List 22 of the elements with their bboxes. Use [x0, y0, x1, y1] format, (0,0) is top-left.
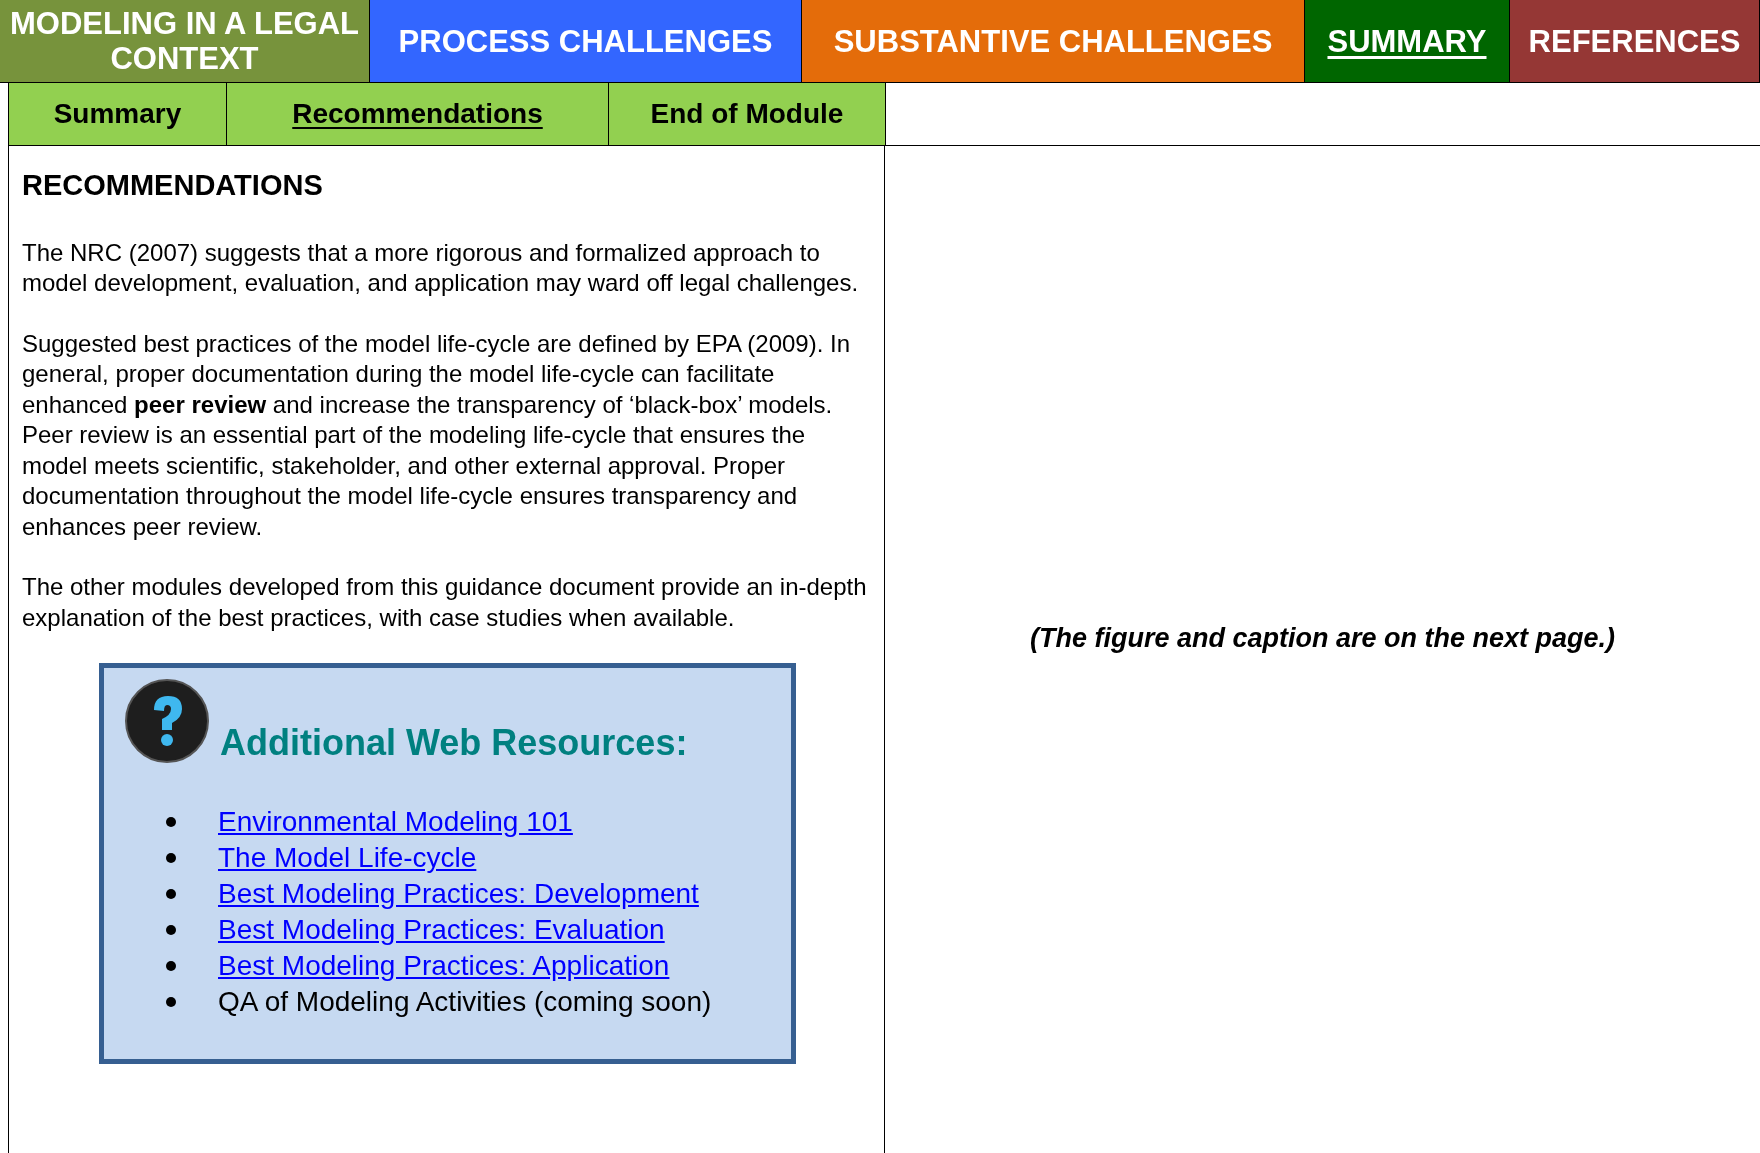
section-tab[interactable]: Summary	[8, 83, 226, 145]
nav-tab[interactable]: PROCESS CHALLENGES	[370, 0, 802, 82]
nav-tab[interactable]: SUBSTANTIVE CHALLENGES	[802, 0, 1305, 82]
section-tab[interactable]: Recommendations	[226, 83, 608, 145]
nav-tab[interactable]: MODELING IN A LEGAL CONTEXT	[0, 0, 370, 82]
help-icon	[124, 678, 210, 764]
nav-tab[interactable]: SUMMARY	[1305, 0, 1510, 82]
bullet-icon	[166, 817, 176, 827]
bullet-icon	[166, 925, 176, 935]
body-paragraph: Suggested best practices of the model life-cycle are defined by EPA (2009). In general, proper documentation during the model life-cycle can facilitate enhanced peer review and increase the transparency of ‘black-box’ models. Peer review is an essential part of the modeling life-cycle that ensures the model meets scientific, stakeholder, and other external approval. Proper documentation throughout the model life-cycle ensures transparency and enhances peer review.	[22, 328, 852, 542]
side-note: (The figure and caption are on the next page.)	[1029, 622, 1616, 655]
bullet-icon	[166, 961, 176, 971]
bullet-icon	[166, 853, 176, 863]
body-paragraph: The NRC (2007) suggests that a more rigorous and formalized approach to model development, evaluation, and application may ward off legal challenges.	[22, 237, 860, 298]
resources-title: Additional Web Resources:	[220, 721, 688, 765]
bullet-icon	[166, 997, 176, 1007]
body-paragraph: The other modules developed from this guidance document provide an in-depth explanation of the best practices, with case studies when available.	[22, 572, 868, 633]
resource-item: QA of Modeling Activities (coming soon)	[218, 985, 712, 1019]
bullet-icon	[166, 889, 176, 899]
section-heading: RECOMMENDATIONS	[22, 168, 324, 203]
section-tab[interactable]: End of Module	[608, 83, 885, 145]
nav-tab[interactable]: REFERENCES	[1510, 0, 1760, 82]
